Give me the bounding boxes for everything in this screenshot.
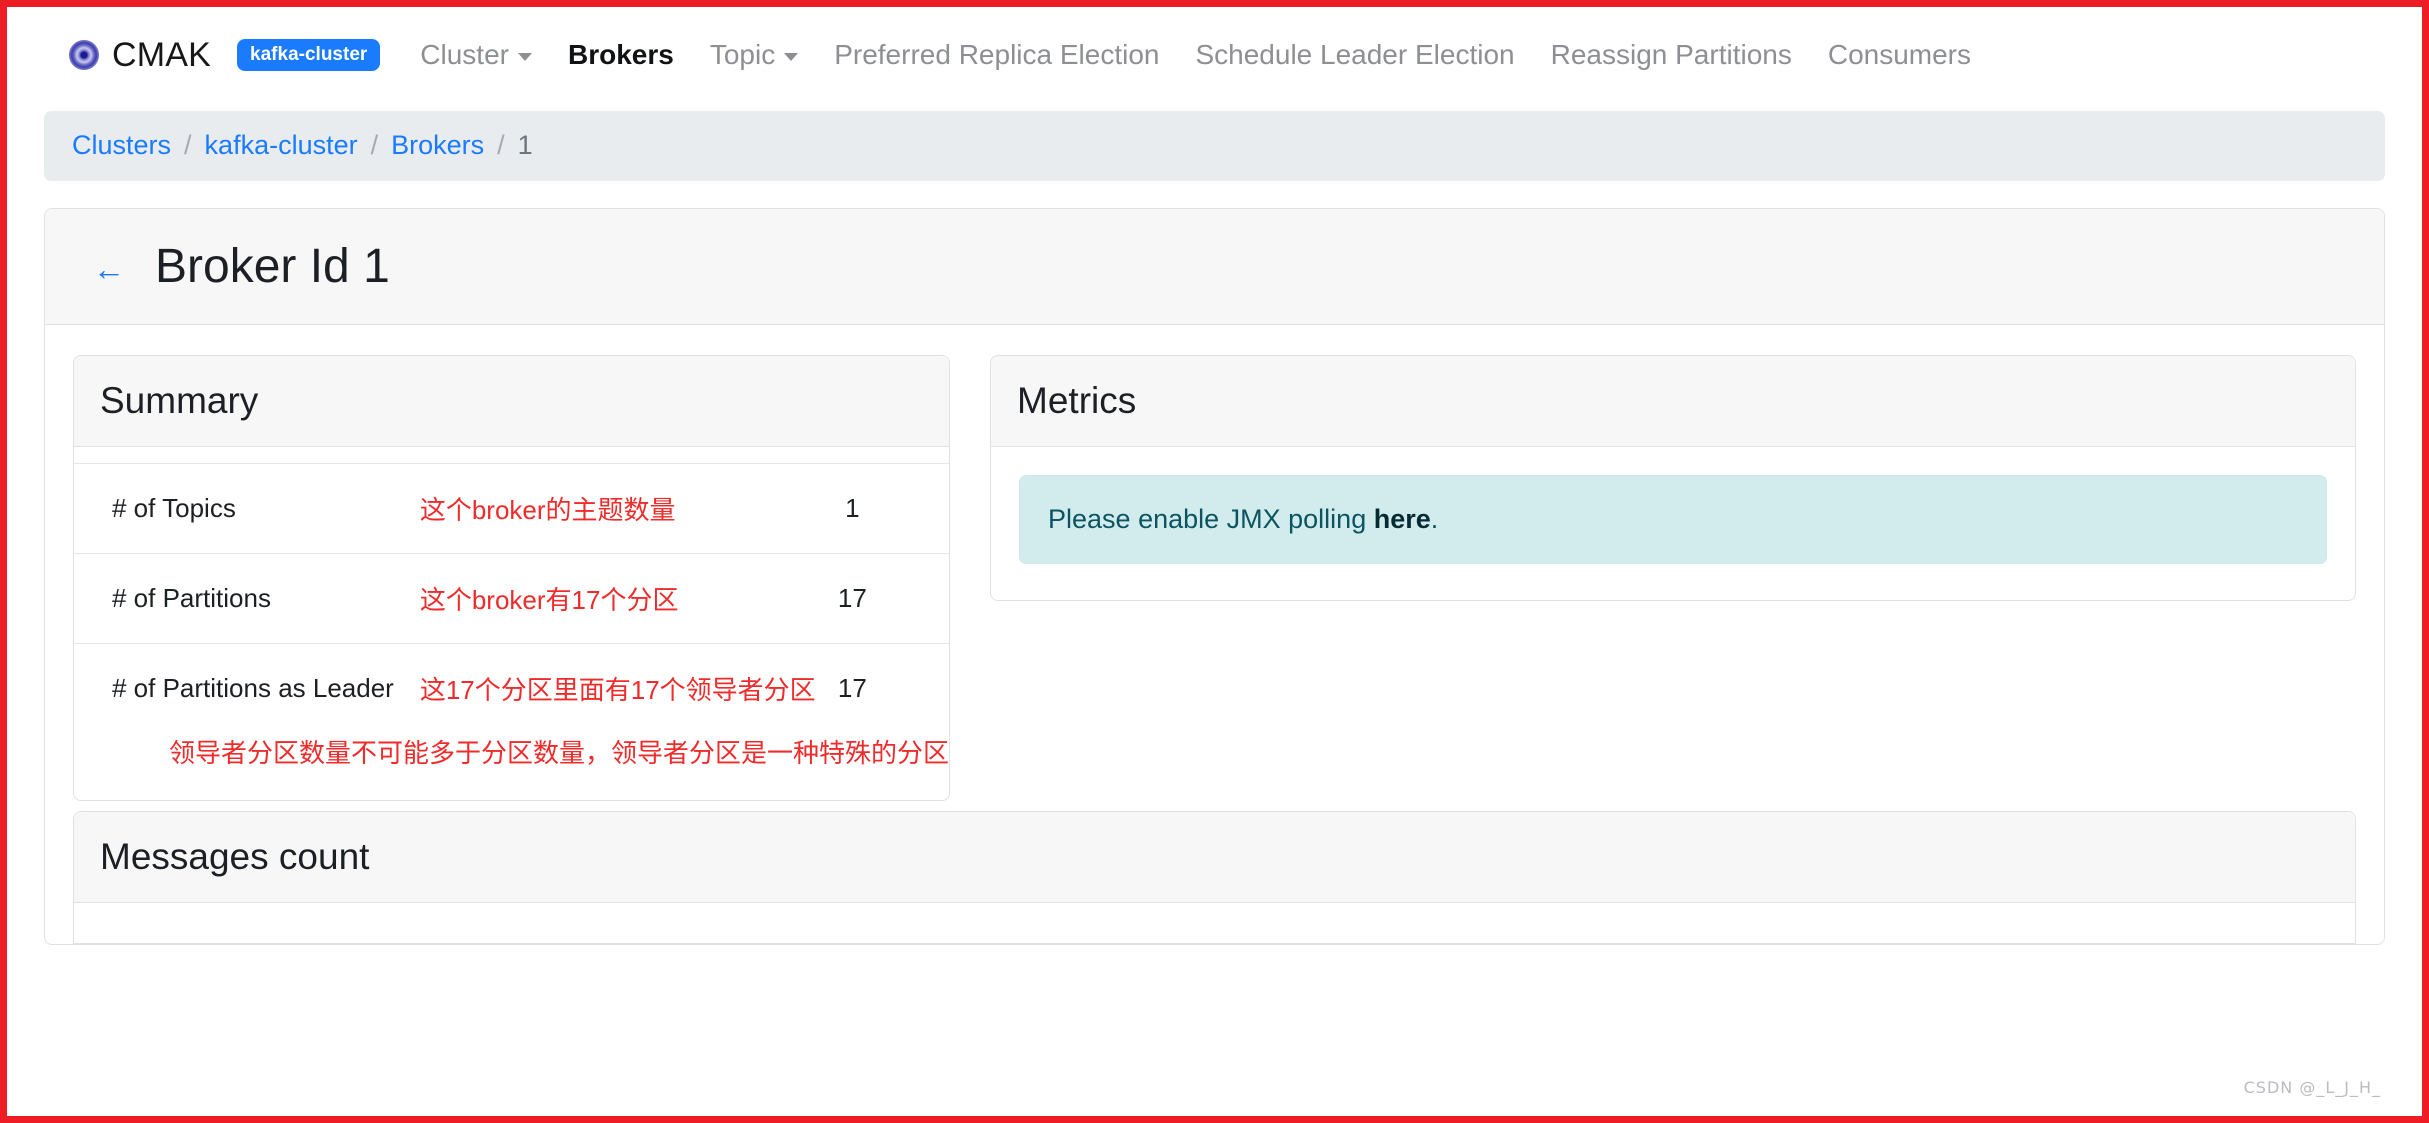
breadcrumb: Clusters / kafka-cluster / Brokers / 1 (44, 111, 2385, 181)
summary-row-annotation: 这个broker有17个分区 (419, 584, 679, 615)
nav-item-label: Brokers (567, 39, 674, 70)
alert-text-suffix: . (1430, 503, 1439, 534)
top-navbar: CMAK kafka-cluster Cluster Brokers Topic… (14, 14, 2415, 96)
nav-item-label: Topic (709, 39, 776, 70)
alert-text-prefix: Please enable JMX polling (1048, 503, 1374, 534)
metrics-column: Metrics Please enable JMX polling here. (990, 354, 2356, 602)
summary-row-value: 17 (837, 672, 867, 703)
summary-row-label: # of Topics (112, 492, 236, 523)
nav-item-preferred-replica-election[interactable]: Preferred Replica Election (816, 41, 1177, 69)
csdn-watermark: CSDN @_L_J_H_ (2243, 1078, 2381, 1097)
summary-row-value: 1 (845, 492, 860, 523)
nav-item-label: Cluster (420, 39, 509, 70)
summary-row-value: 17 (837, 582, 867, 613)
brand-name: CMAK (112, 36, 212, 74)
summary-card-header: Summary (74, 355, 950, 447)
nav-links: Cluster Brokers Topic Preferred Replica … (402, 41, 1989, 69)
breadcrumb-separator: / (184, 130, 192, 160)
panel-header: ← Broker Id 1 (45, 208, 2384, 325)
panel-body: Summary # of Topics 这个broker的主题数量 1 # of… (45, 325, 2384, 801)
nav-item-reassign-partitions[interactable]: Reassign Partitions (1533, 41, 1810, 69)
nav-item-label: Reassign Partitions (1550, 39, 1792, 70)
nav-item-consumers[interactable]: Consumers (1810, 41, 1989, 69)
page-title: Broker Id 1 (155, 239, 390, 293)
table-row: # of Topics 这个broker的主题数量 1 (74, 463, 950, 553)
nav-item-schedule-leader-election[interactable]: Schedule Leader Election (1177, 41, 1532, 69)
browser-page-frame: CMAK kafka-cluster Cluster Brokers Topic… (0, 0, 2429, 1123)
breadcrumb-item-brokers[interactable]: Brokers (391, 130, 484, 161)
breadcrumb-item-clusters[interactable]: Clusters (72, 130, 171, 161)
summary-footnote-annotation: 领导者分区数量不可能多于分区数量，领导者分区是一种特殊的分区 (169, 737, 950, 768)
messages-count-card: Messages count (73, 810, 2356, 944)
jmx-polling-alert: Please enable JMX polling here. (1019, 474, 2327, 565)
chevron-down-icon (517, 53, 532, 61)
summary-row-annotation: 这个broker的主题数量 (419, 494, 676, 525)
metrics-card: Metrics Please enable JMX polling here. (990, 354, 2356, 602)
nav-item-cluster[interactable]: Cluster (402, 41, 550, 69)
summary-column: Summary # of Topics 这个broker的主题数量 1 # of… (73, 354, 951, 801)
page-content: CMAK kafka-cluster Cluster Brokers Topic… (14, 14, 2415, 1109)
summary-row-annotation: 这17个分区里面有17个领导者分区 (419, 674, 816, 705)
cluster-badge[interactable]: kafka-cluster (237, 39, 381, 71)
summary-title: Summary (100, 379, 259, 421)
table-row: # of Partitions as Leader 这17个分区里面有17个领导… (74, 643, 950, 733)
breadcrumb-separator: / (497, 130, 505, 160)
back-arrow-icon[interactable]: ← (93, 253, 125, 285)
messages-count-card-header: Messages count (74, 811, 2355, 903)
nav-item-label: Preferred Replica Election (834, 39, 1160, 70)
summary-row-label: # of Partitions as Leader (112, 672, 394, 703)
metrics-title: Metrics (1017, 379, 1137, 421)
brand-link[interactable]: CMAK (69, 38, 211, 72)
breadcrumb-item-current: 1 (517, 130, 533, 160)
table-row: # of Partitions 这个broker有17个分区 17 (74, 553, 950, 643)
nav-item-label: Schedule Leader Election (1195, 39, 1515, 70)
summary-row-label: # of Partitions (112, 582, 271, 613)
enable-jmx-here-link[interactable]: here (1374, 504, 1431, 534)
nav-item-topic[interactable]: Topic (692, 41, 816, 69)
summary-table: # of Topics 这个broker的主题数量 1 # of Partiti… (74, 463, 950, 733)
breadcrumb-separator: / (370, 130, 379, 160)
messages-count-card-body (74, 902, 2355, 943)
nav-item-label: Consumers (1827, 39, 1972, 70)
metrics-card-header: Metrics (991, 355, 2355, 447)
chevron-down-icon (784, 53, 799, 61)
nav-item-brokers[interactable]: Brokers (550, 41, 692, 69)
summary-card: Summary # of Topics 这个broker的主题数量 1 # of… (73, 354, 951, 801)
broker-detail-panel: ← Broker Id 1 Summary # of Topics 这个brok… (44, 207, 2385, 945)
summary-card-body: # of Topics 这个broker的主题数量 1 # of Partiti… (74, 447, 950, 800)
breadcrumb-item-kafka-cluster[interactable]: kafka-cluster (205, 130, 358, 161)
cmak-target-logo-icon (69, 40, 99, 70)
messages-count-section: Messages count (45, 810, 2384, 944)
messages-count-title: Messages count (100, 835, 370, 877)
